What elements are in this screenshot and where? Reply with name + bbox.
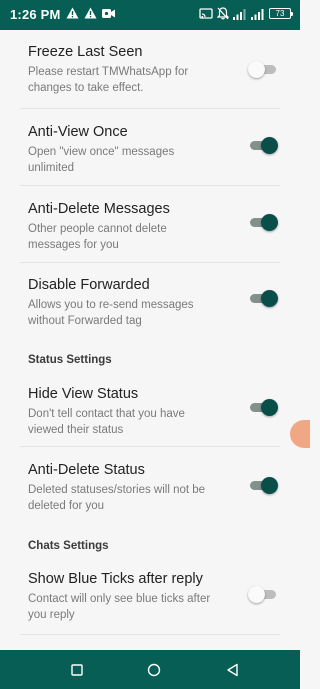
video-icon — [102, 8, 115, 18]
battery-icon: 73 — [269, 8, 293, 19]
setting-summary: Contact will only see blue ticks after y… — [28, 593, 211, 621]
setting-summary: Other people cannot delete messages for … — [28, 223, 167, 251]
signal-icon — [251, 8, 264, 20]
setting-anti-delete-status[interactable]: Anti-Delete Status Deleted statuses/stor… — [0, 447, 300, 523]
setting-freeze-last-seen[interactable]: Freeze Last Seen Please restart TMWhatsA… — [0, 30, 300, 108]
setting-title: Freeze Last Seen — [28, 44, 143, 60]
anti-view-once-switch[interactable] — [248, 136, 278, 154]
setting-summary: Allows you to re-send messages without F… — [28, 299, 194, 327]
back-triangle-icon — [226, 663, 238, 677]
show-blue-ticks-switch[interactable] — [248, 585, 278, 603]
setting-title: Disable Forwarded — [28, 277, 150, 293]
setting-show-blue-ticks[interactable]: Show Blue Ticks after reply Contact will… — [0, 558, 300, 634]
hide-view-status-switch[interactable] — [248, 398, 278, 416]
mute-icon — [217, 7, 229, 20]
cast-icon — [199, 7, 213, 19]
setting-hide-view-status[interactable]: Hide View Status Don't tell contact that… — [0, 372, 300, 446]
setting-title: Show Blue Ticks after reply — [28, 571, 203, 587]
signal-icon — [233, 8, 246, 20]
setting-summary: Deleted statuses/stories will not be del… — [28, 484, 206, 512]
recents-button[interactable] — [65, 658, 89, 682]
divider — [20, 634, 280, 635]
navigation-bar — [0, 650, 300, 689]
setting-title: Anti-View Once — [28, 124, 128, 140]
battery-level: 73 — [275, 8, 285, 18]
status-right-icons: 73 — [199, 7, 293, 20]
home-button[interactable] — [142, 658, 166, 682]
disable-forwarded-switch[interactable] — [248, 289, 278, 307]
anti-delete-messages-switch[interactable] — [248, 213, 278, 231]
anti-delete-status-switch[interactable] — [248, 476, 278, 494]
setting-title: Anti-Delete Messages — [28, 201, 170, 217]
settings-list[interactable]: Freeze Last Seen Please restart TMWhatsA… — [0, 30, 300, 650]
setting-summary: Please restart TMWhatsApp for changes to… — [28, 66, 189, 94]
setting-anti-view-once[interactable]: Anti-View Once Open "view once" messages… — [0, 109, 300, 185]
setting-anti-delete-messages[interactable]: Anti-Delete Messages Other people cannot… — [0, 186, 300, 262]
section-header-chats: Chats Settings — [28, 540, 109, 552]
status-time: 1:26 PM — [10, 7, 61, 22]
alert-icon — [66, 7, 79, 19]
alert-icon — [84, 7, 97, 19]
circle-icon — [147, 663, 161, 677]
setting-title: Anti-Delete Status — [28, 462, 145, 478]
scroll-handle[interactable] — [290, 420, 310, 448]
setting-title: Hide View Status — [28, 386, 139, 402]
square-icon — [71, 664, 83, 676]
back-button[interactable] — [220, 658, 244, 682]
status-left-icons — [66, 7, 115, 19]
setting-disable-forwarded[interactable]: Disable Forwarded Allows you to re-send … — [0, 263, 300, 339]
section-header-status: Status Settings — [28, 354, 112, 366]
freeze-last-seen-switch[interactable] — [248, 60, 278, 78]
setting-summary: Open "view once" messages unlimited — [28, 146, 175, 174]
setting-summary: Don't tell contact that you have viewed … — [28, 408, 185, 436]
